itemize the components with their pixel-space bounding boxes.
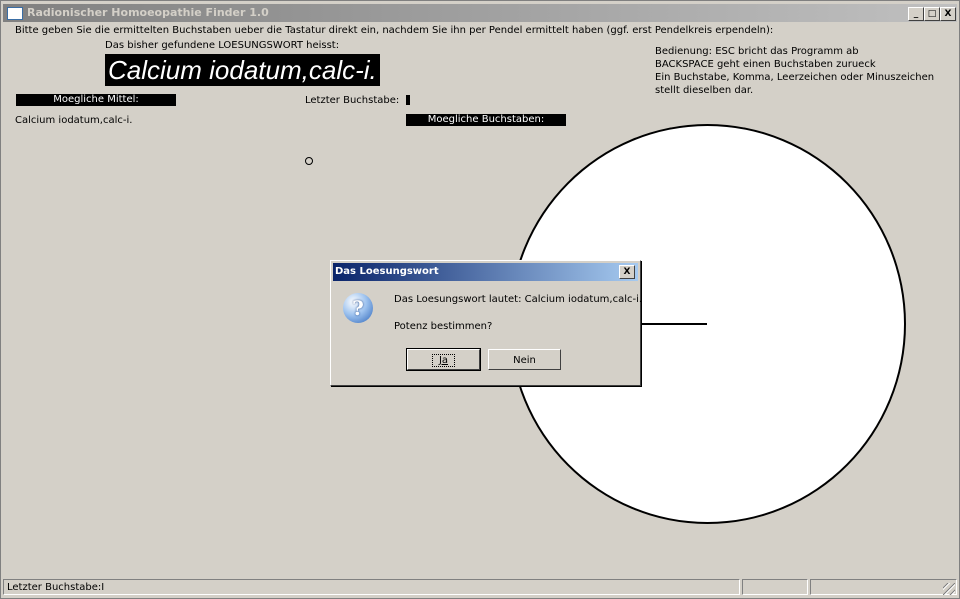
last-letter-label: Letzter Buchstabe: bbox=[305, 95, 400, 106]
status-panel-3 bbox=[810, 579, 957, 595]
no-button[interactable]: Nein bbox=[488, 349, 561, 370]
title-bar[interactable]: Radionischer Homoeopathie Finder 1.0 _ □… bbox=[3, 4, 957, 22]
buchstaben-header: Moegliche Buchstaben: bbox=[406, 114, 566, 126]
status-bar: Letzter Buchstabe:I bbox=[3, 579, 957, 597]
help-line: stellt dieselben dar. bbox=[655, 85, 754, 96]
help-line: BACKSPACE geht einen Buchstaben zurueck bbox=[655, 59, 876, 70]
dialog-title: Das Loesungswort bbox=[335, 266, 439, 277]
maximize-button[interactable]: □ bbox=[924, 7, 940, 21]
dialog-question: Potenz bestimmen? bbox=[394, 321, 493, 332]
solution-dialog: Das Loesungswort X ? Das Loesungswort la… bbox=[330, 260, 643, 386]
mittel-header: Moegliche Mittel: bbox=[16, 94, 176, 106]
question-icon: ? bbox=[343, 293, 373, 323]
status-panel-main: Letzter Buchstabe:I bbox=[3, 579, 740, 595]
status-panel-2 bbox=[742, 579, 808, 595]
dialog-close-button[interactable]: X bbox=[619, 265, 635, 279]
no-button-label: Nein bbox=[513, 355, 536, 366]
instruction-text: Bitte geben Sie die ermittelten Buchstab… bbox=[15, 25, 774, 36]
help-line: Ein Buchstabe, Komma, Leerzeichen oder M… bbox=[655, 72, 935, 83]
window-title: Radionischer Homoeopathie Finder 1.0 bbox=[27, 6, 269, 19]
yes-button-label: Ja bbox=[431, 354, 456, 367]
help-line: Bedienung: ESC bricht das Programm ab bbox=[655, 46, 859, 57]
minimize-button[interactable]: _ bbox=[908, 7, 924, 21]
last-letter-cursor bbox=[406, 95, 410, 105]
resize-grip-icon[interactable] bbox=[943, 583, 955, 595]
small-pendulum-circle bbox=[305, 157, 313, 165]
solution-word: Calcium iodatum,calc-i. bbox=[105, 54, 380, 86]
found-label: Das bisher gefundene LOESUNGSWORT heisst… bbox=[105, 40, 340, 51]
help-text: Bedienung: ESC bricht das Programm ab BA… bbox=[655, 45, 934, 97]
close-button[interactable]: X bbox=[940, 7, 956, 21]
yes-button[interactable]: Ja bbox=[406, 348, 481, 371]
dialog-title-bar[interactable]: Das Loesungswort X bbox=[333, 263, 638, 281]
pendulum-needle bbox=[641, 323, 707, 325]
app-icon bbox=[7, 7, 23, 20]
dialog-message: Das Loesungswort lautet: Calcium iodatum… bbox=[394, 294, 643, 305]
mittel-item[interactable]: Calcium iodatum,calc-i. bbox=[15, 115, 132, 126]
